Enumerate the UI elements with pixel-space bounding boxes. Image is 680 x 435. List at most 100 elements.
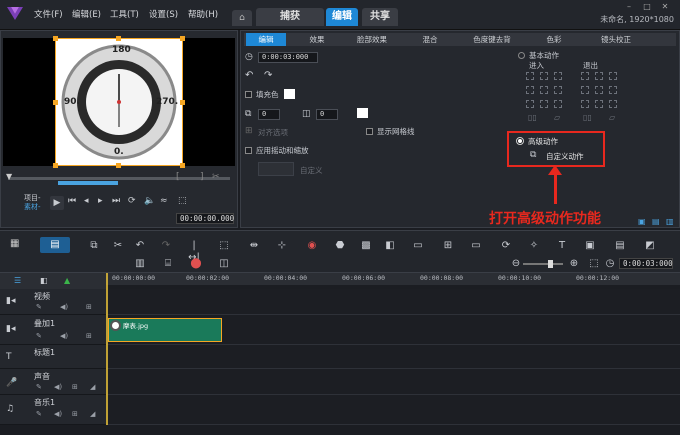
tab-capture[interactable]: 捕获 bbox=[256, 8, 324, 26]
duration-field[interactable]: 0:00:03:000 bbox=[258, 52, 318, 63]
trim-range[interactable] bbox=[58, 181, 118, 185]
resize-handle-tl[interactable] bbox=[53, 36, 58, 41]
end-icon[interactable]: ⏭ bbox=[112, 196, 120, 206]
aspect-icon[interactable]: ⬚ bbox=[178, 196, 187, 206]
basic-motion-radio[interactable] bbox=[518, 52, 525, 59]
menu-help[interactable]: 帮助(H) bbox=[188, 8, 218, 20]
fill-color-swatch[interactable] bbox=[284, 89, 295, 99]
play-icon[interactable]: ▶ bbox=[50, 196, 64, 210]
tab-share[interactable]: 共享 bbox=[362, 8, 398, 26]
menu-edit[interactable]: 编辑(E) bbox=[72, 8, 101, 20]
mark-out-icon[interactable]: ] bbox=[200, 172, 204, 182]
enter-direction-grid[interactable] bbox=[526, 72, 562, 108]
preview-timecode[interactable]: 00:00:00.000 bbox=[176, 213, 234, 224]
exit-direction-grid[interactable] bbox=[581, 72, 617, 108]
mask-icon[interactable]: ⬣ bbox=[334, 240, 346, 252]
menu-tools[interactable]: 工具(T) bbox=[110, 8, 139, 20]
custom-pan-zoom-label[interactable]: 自定义 bbox=[300, 165, 323, 176]
prev-frame-icon[interactable]: ◂ bbox=[84, 196, 89, 206]
title-3d-icon[interactable]: T bbox=[556, 240, 568, 252]
sound-mixer-icon[interactable]: ▥ bbox=[134, 258, 146, 270]
chapter-marker-icon[interactable]: ◧ bbox=[40, 276, 48, 285]
undo-toolbar-icon[interactable]: ⧉ bbox=[88, 240, 100, 252]
track-lane-voice[interactable] bbox=[106, 369, 680, 395]
exit-fade-icon[interactable]: ▱ bbox=[609, 113, 615, 122]
timeline-playhead[interactable] bbox=[106, 273, 108, 435]
color-grading-icon[interactable]: ▣ bbox=[584, 240, 596, 252]
undo-icon[interactable]: ↶ bbox=[134, 240, 146, 252]
resize-handle-r[interactable] bbox=[180, 100, 185, 105]
repeat-icon[interactable]: ⟳ bbox=[128, 196, 136, 206]
track-grid-icon[interactable]: ⊞ bbox=[86, 303, 92, 311]
home-icon[interactable]: ⌂ bbox=[232, 10, 252, 26]
pan-icon[interactable]: ✧ bbox=[528, 240, 540, 252]
subtab-face-effect[interactable]: 脸部效果 bbox=[344, 33, 400, 46]
track-ducking-icon[interactable]: ◢ bbox=[90, 410, 95, 418]
record-icon[interactable]: ◉ bbox=[306, 240, 318, 252]
trim-icon[interactable]: |↔| bbox=[188, 240, 200, 263]
zoom-in-icon[interactable]: ⊕ bbox=[568, 258, 580, 270]
track-lane-music[interactable] bbox=[106, 395, 680, 425]
voiceover-icon[interactable]: ⬤ bbox=[190, 258, 202, 270]
menu-file[interactable]: 文件(F) bbox=[34, 8, 63, 20]
maximize-icon[interactable]: □ bbox=[640, 2, 654, 11]
subtab-blend[interactable]: 混合 bbox=[408, 33, 452, 46]
align-options-label[interactable]: 对齐选项 bbox=[258, 127, 288, 138]
snapshot-icon[interactable]: ⌸ bbox=[162, 258, 174, 270]
resize-handle-t[interactable] bbox=[116, 36, 121, 41]
scrub-bar[interactable] bbox=[8, 177, 230, 180]
timeline-timecode[interactable]: 0:00:03:000 bbox=[619, 258, 673, 269]
add-track-icon[interactable]: ▲ bbox=[64, 276, 70, 285]
track-mute-icon[interactable]: ◀) bbox=[54, 383, 62, 391]
multicam-icon[interactable]: ▩ bbox=[360, 240, 372, 252]
track-edit-icon[interactable]: ✎ bbox=[36, 303, 42, 311]
track-manager-icon[interactable]: ☰ bbox=[14, 276, 21, 285]
panel-expand-icon[interactable]: ▤ bbox=[652, 217, 660, 226]
resize-handle-b[interactable] bbox=[116, 163, 121, 168]
zoom-slider-thumb[interactable] bbox=[548, 260, 553, 268]
pan-zoom-preset[interactable] bbox=[258, 162, 294, 176]
subtab-effect[interactable]: 效果 bbox=[292, 33, 342, 46]
close-icon[interactable]: ✕ bbox=[658, 2, 672, 11]
split-icon[interactable]: ✂ bbox=[212, 172, 220, 182]
show-grid-checkbox[interactable] bbox=[366, 128, 373, 135]
pause-motion-icon[interactable]: ▯▯ bbox=[528, 113, 537, 122]
motion-track-icon[interactable]: ⊹ bbox=[276, 240, 288, 252]
grid-icon[interactable]: ⊞ bbox=[442, 240, 454, 252]
cut-icon[interactable]: ✂ bbox=[112, 240, 124, 252]
timeline-scrollbar[interactable] bbox=[0, 425, 680, 435]
track-lane-video[interactable] bbox=[106, 289, 680, 315]
shadow-field[interactable]: 0 bbox=[316, 109, 338, 120]
fit-project-icon[interactable]: ⬚ bbox=[588, 258, 600, 270]
hd-icon[interactable]: ≈ bbox=[160, 196, 168, 206]
stretch-icon[interactable]: ⇹ bbox=[248, 240, 260, 252]
playhead-marker-icon[interactable]: ▼ bbox=[6, 172, 12, 181]
audio-ducking-icon[interactable]: ▤ bbox=[614, 240, 626, 252]
path-icon[interactable]: ⟳ bbox=[500, 240, 512, 252]
resize-handle-bl[interactable] bbox=[53, 163, 58, 168]
track-mute-icon[interactable]: ◀) bbox=[54, 410, 62, 418]
track-edit-icon[interactable]: ✎ bbox=[36, 410, 42, 418]
subtab-chroma-key[interactable]: 色度键去背 bbox=[460, 33, 524, 46]
pan-zoom-checkbox[interactable] bbox=[245, 147, 252, 154]
border-color-swatch[interactable] bbox=[357, 108, 368, 118]
track-edit-icon[interactable]: ✎ bbox=[36, 332, 42, 340]
track-grid-icon[interactable]: ⊞ bbox=[86, 332, 92, 340]
next-frame-icon[interactable]: ▸ bbox=[98, 196, 103, 206]
storyboard-view-icon[interactable]: ▦ bbox=[10, 238, 30, 252]
home-start-icon[interactable]: ⏮ bbox=[68, 196, 76, 206]
timeline-view-icon[interactable]: ▤ bbox=[40, 237, 70, 253]
volume-icon[interactable]: 🔈 bbox=[144, 196, 155, 206]
track-edit-icon[interactable]: ✎ bbox=[36, 383, 42, 391]
mark-in-icon[interactable]: [ bbox=[176, 172, 180, 182]
border-size-field[interactable]: 0 bbox=[258, 109, 280, 120]
menu-settings[interactable]: 设置(S) bbox=[149, 8, 178, 20]
fade-motion-icon[interactable]: ▱ bbox=[554, 113, 560, 122]
subtab-lens-correction[interactable]: 镜头校正 bbox=[584, 33, 648, 46]
track-grid-icon[interactable]: ⊞ bbox=[72, 410, 78, 418]
resize-handle-br[interactable] bbox=[180, 163, 185, 168]
resize-handle-tr[interactable] bbox=[180, 36, 185, 41]
subtab-color[interactable]: 色彩 bbox=[532, 33, 576, 46]
track-mute-icon[interactable]: ◀) bbox=[60, 303, 68, 311]
minimize-icon[interactable]: – bbox=[622, 2, 636, 11]
